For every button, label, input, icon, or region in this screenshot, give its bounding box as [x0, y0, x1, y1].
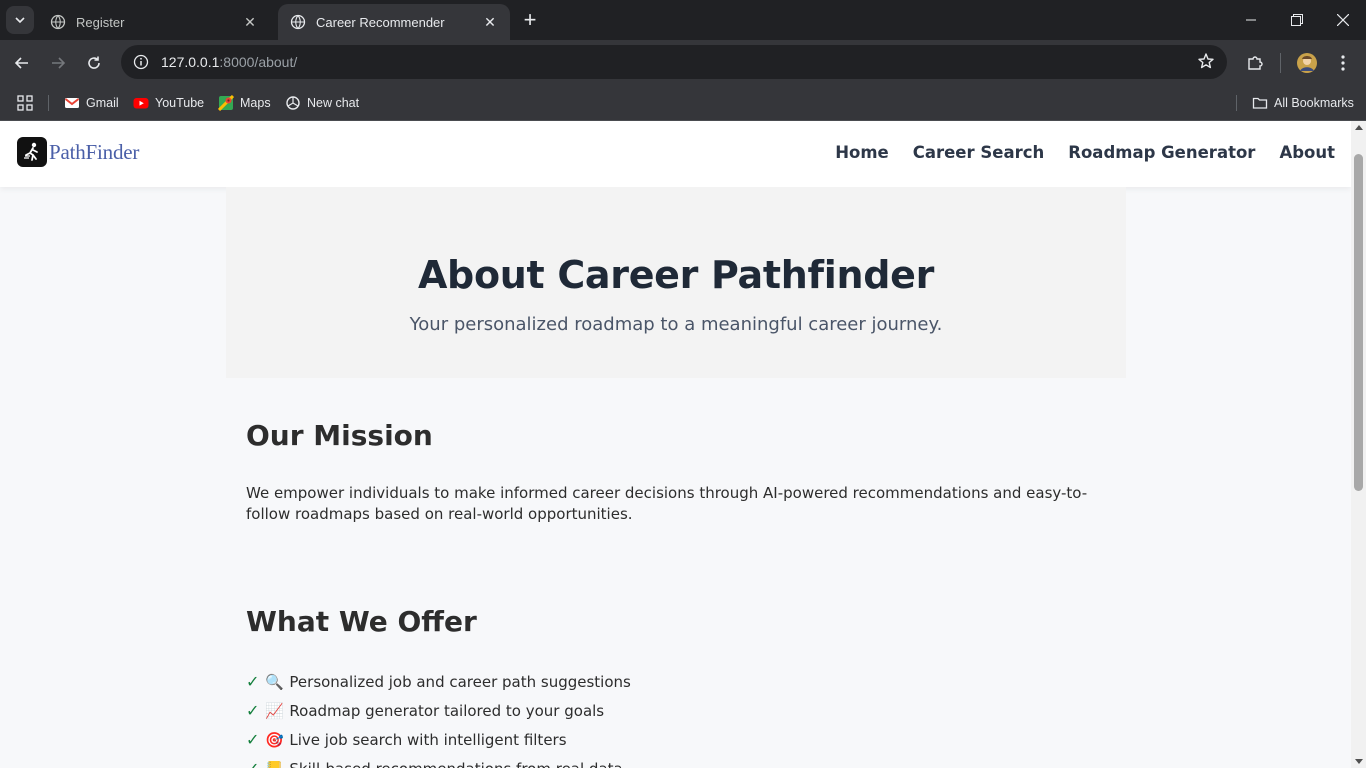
mission-text: We empower individuals to make informed … — [246, 484, 1088, 523]
nav-roadmap-generator[interactable]: Roadmap Generator — [1068, 143, 1255, 162]
chart-up-icon: 📈 — [265, 701, 284, 720]
bookmark-label: Gmail — [86, 96, 119, 110]
target-icon: 🎯 — [265, 730, 284, 749]
maps-icon — [218, 95, 234, 111]
tab-title: Register — [76, 14, 125, 30]
checkmark-icon: ✓ — [246, 672, 260, 691]
magnifier-icon: 🔍 — [265, 672, 284, 691]
bookmark-maps[interactable]: Maps — [218, 92, 271, 114]
close-window-button[interactable] — [1320, 0, 1366, 40]
tab-search-button[interactable] — [6, 6, 34, 34]
restore-button[interactable] — [1274, 0, 1320, 40]
browser-toolbar: 127.0.0.1:8000/about/ — [0, 40, 1366, 85]
globe-icon — [290, 14, 306, 30]
youtube-icon — [133, 98, 149, 109]
bookmark-youtube[interactable]: YouTube — [133, 92, 204, 114]
reload-icon — [88, 56, 100, 69]
puzzle-icon — [1248, 56, 1263, 70]
scroll-thumb[interactable] — [1354, 154, 1363, 491]
all-bookmarks-label: All Bookmarks — [1274, 96, 1354, 110]
hero-subtitle: Your personalized roadmap to a meaningfu… — [409, 314, 943, 335]
star-icon[interactable] — [1197, 52, 1215, 70]
all-bookmarks-button[interactable]: All Bookmarks — [1252, 92, 1354, 114]
site-navbar: PathFinder Home Career Search Roadmap Ge… — [0, 121, 1351, 187]
close-icon[interactable]: ✕ — [480, 12, 500, 32]
url-text: 127.0.0.1:8000/about/ — [161, 54, 297, 70]
list-item: ✓ 🎯 Live job search with intelligent fil… — [246, 725, 631, 754]
page-viewport: PathFinder Home Career Search Roadmap Ge… — [0, 121, 1351, 768]
address-bar[interactable]: 127.0.0.1:8000/about/ — [121, 45, 1227, 79]
apps-button[interactable] — [17, 92, 33, 114]
url-path: :8000/about/ — [219, 54, 298, 70]
logo-text: PathFinder — [49, 139, 140, 164]
globe-icon — [50, 14, 66, 30]
checkmark-icon: ✓ — [246, 730, 260, 749]
arrow-left-icon — [14, 57, 28, 69]
tab-career-recommender[interactable]: Career Recommender ✕ — [278, 4, 510, 40]
extensions-button[interactable] — [1240, 48, 1270, 78]
hero-section: About Career Pathfinder Your personalize… — [226, 187, 1126, 378]
bookmark-gmail[interactable]: Gmail — [64, 92, 119, 114]
offer-item-text: Skill-based recommendations from real da… — [289, 760, 622, 768]
main-nav: Home Career Search Roadmap Generator Abo… — [835, 143, 1335, 162]
nav-about[interactable]: About — [1279, 143, 1335, 162]
page-title: About Career Pathfinder — [417, 253, 935, 297]
bookmarks-divider — [48, 95, 49, 111]
offer-item-text: Personalized job and career path suggest… — [289, 672, 631, 691]
restore-icon — [1291, 14, 1303, 26]
forward-button[interactable] — [43, 48, 73, 78]
ledger-icon: 📒 — [265, 760, 284, 768]
browser-menu-button[interactable] — [1328, 48, 1358, 78]
list-item: ✓ 📈 Roadmap generator tailored to your g… — [246, 696, 631, 725]
new-tab-button[interactable]: + — [517, 8, 543, 34]
reload-button[interactable] — [79, 48, 109, 78]
site-info-icon[interactable] — [129, 50, 153, 74]
page-scrollbar[interactable] — [1351, 121, 1366, 768]
bookmarks-divider — [1236, 95, 1237, 111]
list-item: ✓ 🔍 Personalized job and career path sug… — [246, 667, 631, 696]
checkmark-icon: ✓ — [246, 759, 259, 768]
offer-list: ✓ 🔍 Personalized job and career path sug… — [246, 667, 631, 768]
logo-mark-icon — [17, 137, 47, 167]
url-host: 127.0.0.1 — [161, 54, 220, 70]
nav-career-search[interactable]: Career Search — [913, 143, 1045, 162]
bookmark-label: YouTube — [155, 96, 205, 110]
scroll-up-arrow-icon[interactable] — [1355, 125, 1363, 130]
apps-grid-icon — [17, 95, 33, 111]
tab-strip: Register ✕ Career Recommender ✕ + — [0, 0, 1366, 40]
tab-title: Career Recommender — [316, 14, 445, 30]
checkmark-icon: ✓ — [246, 701, 260, 720]
nav-home[interactable]: Home — [835, 143, 889, 162]
offer-heading: What We Offer — [246, 605, 477, 638]
toolbar-divider — [1280, 53, 1281, 73]
back-button[interactable] — [7, 48, 37, 78]
close-icon — [1337, 14, 1349, 26]
minimize-icon — [1246, 19, 1256, 21]
avatar-icon — [1297, 53, 1317, 73]
mission-heading: Our Mission — [246, 419, 433, 452]
more-vertical-icon — [1341, 55, 1345, 71]
bookmark-label: New chat — [307, 96, 360, 110]
gmail-icon — [64, 98, 80, 108]
close-icon[interactable]: ✕ — [240, 12, 260, 32]
tab-register[interactable]: Register ✕ — [38, 4, 270, 40]
minimize-button[interactable] — [1228, 0, 1274, 40]
offer-item-text: Live job search with intelligent filters — [289, 730, 567, 749]
bookmark-label: Maps — [240, 96, 271, 110]
folder-icon — [1252, 97, 1268, 109]
bookmark-new-chat[interactable]: New chat — [285, 92, 359, 114]
site-logo[interactable]: PathFinder — [17, 137, 139, 167]
list-item: ✓ 📒 Skill-based recommendations from rea… — [246, 754, 631, 768]
scroll-down-arrow-icon[interactable] — [1355, 759, 1363, 764]
offer-item-text: Roadmap generator tailored to your goals — [289, 701, 605, 720]
arrow-right-icon — [52, 57, 66, 69]
chatgpt-icon — [286, 96, 300, 110]
profile-avatar[interactable] — [1292, 48, 1322, 78]
chevron-down-icon — [15, 17, 25, 24]
bookmarks-bar: Gmail YouTube Maps New chat All Bookmark… — [0, 85, 1366, 121]
